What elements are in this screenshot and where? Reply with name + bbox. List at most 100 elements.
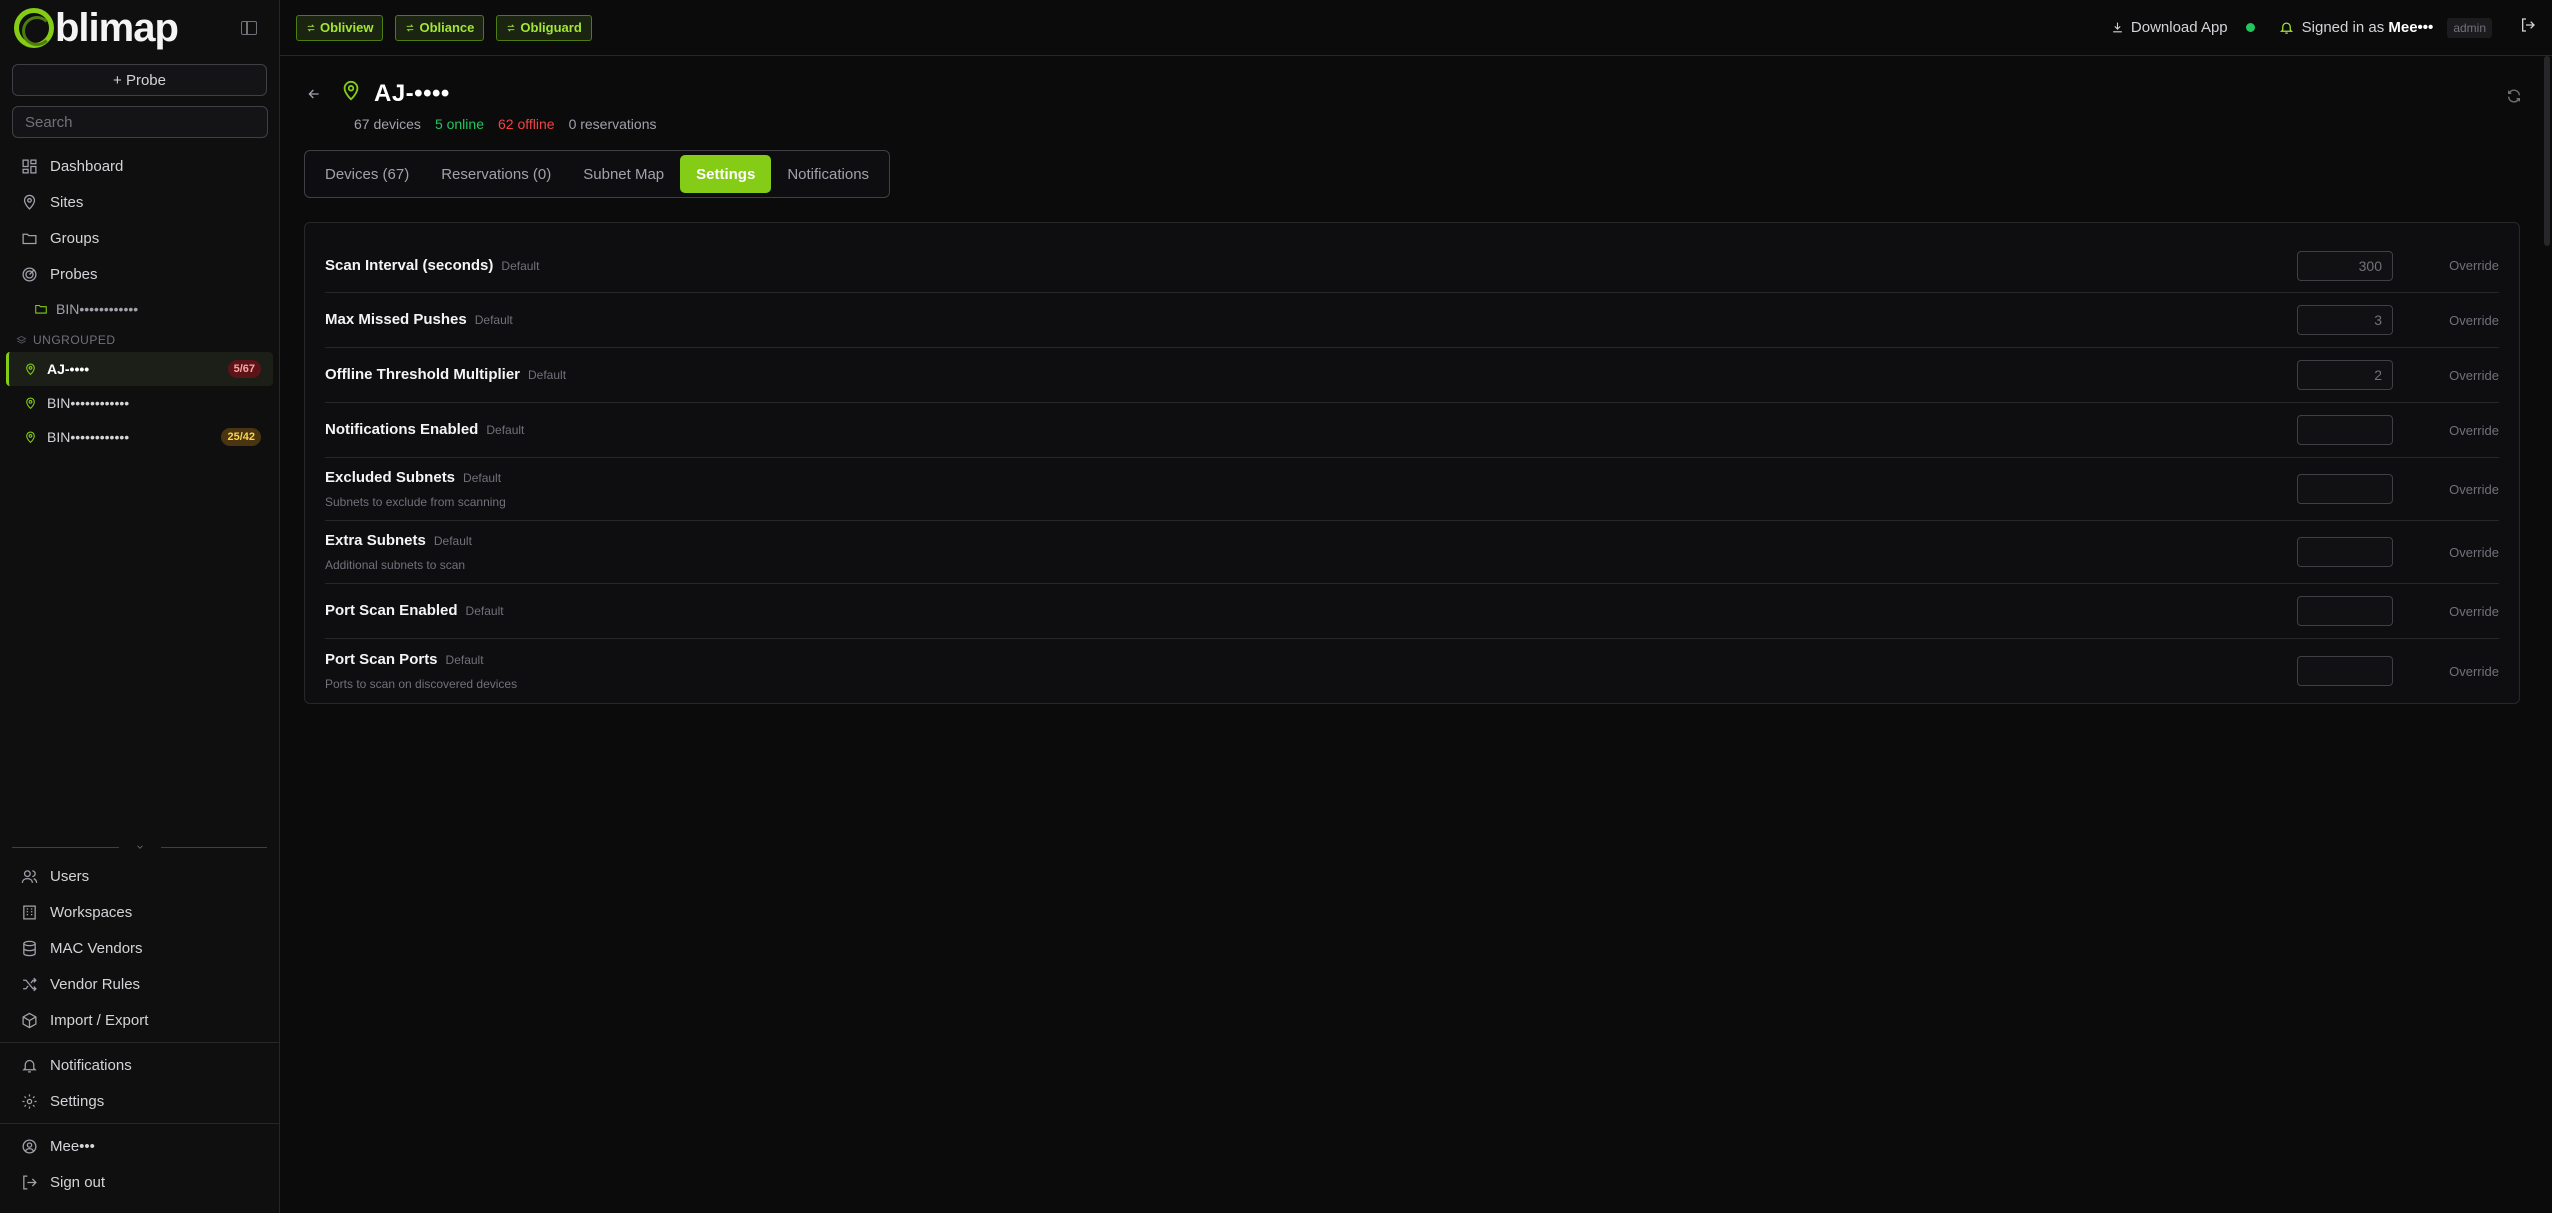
setting-row-offline-threshold: Offline Threshold Multiplier Default Over… (325, 348, 2499, 403)
setting-name: Extra Subnets (325, 532, 426, 549)
app-chip-obliance[interactable]: Obliance (395, 14, 485, 41)
site-tabs: Devices (67) Reservations (0) Subnet Map… (304, 150, 891, 198)
override-button[interactable]: Override (2393, 604, 2499, 619)
reservations-count: 0 reservations (568, 116, 657, 132)
folder-icon (20, 229, 38, 247)
port-scan-enabled-input[interactable] (2297, 596, 2393, 626)
setting-description: Additional subnets to scan (325, 558, 466, 572)
tab-devices[interactable]: Devices (67) (309, 155, 425, 193)
logo[interactable]: blimap (14, 5, 179, 51)
package-icon (20, 1011, 38, 1029)
app-chip-obliview[interactable]: Obliview (296, 14, 384, 41)
override-button[interactable]: Override (2393, 368, 2499, 383)
download-label: Download App (2130, 19, 2228, 36)
nav-item-profile[interactable]: Mee••• (0, 1128, 279, 1164)
probe-folder-item[interactable]: BIN•••••••••••• (0, 292, 279, 326)
topbar: Obliview Obliance Obliguard Download App… (280, 0, 2552, 56)
offline-threshold-input[interactable] (2297, 360, 2393, 390)
default-tag: Default (501, 258, 540, 273)
override-button[interactable]: Override (2393, 545, 2499, 560)
logo-text: blimap (55, 5, 179, 50)
nav-label: Sites (50, 193, 84, 211)
logout-icon[interactable] (2520, 17, 2536, 38)
back-arrow-icon[interactable] (304, 80, 322, 107)
nav-item-users[interactable]: Users (0, 858, 279, 894)
max-missed-pushes-input[interactable] (2297, 305, 2393, 335)
override-button[interactable]: Override (2393, 482, 2499, 497)
setting-row-extra-subnets: Extra Subnets Default Additional subnets t… (325, 521, 2499, 584)
database-icon (20, 939, 38, 957)
app-chip-obliguard[interactable]: Obliguard (496, 14, 592, 41)
override-button[interactable]: Override (2393, 313, 2499, 328)
sidebar-collapse-icon[interactable] (241, 21, 257, 35)
site-item-bin-2[interactable]: BIN•••••••••••• 25/42 (6, 420, 273, 454)
nav-item-dashboard[interactable]: Dashboard (0, 148, 279, 184)
devices-count: 67 devices (354, 116, 421, 132)
nav-item-vendor-rules[interactable]: Vendor Rules (0, 966, 279, 1002)
site-item-aj[interactable]: AJ-•••• 5/67 (6, 352, 273, 386)
site-stats: 67 devices 5 online 62 offline 0 reserva… (354, 116, 657, 132)
bell-icon[interactable] (2279, 20, 2294, 35)
search-input[interactable] (12, 106, 268, 138)
nav-item-import-export[interactable]: Import / Export (0, 1002, 279, 1038)
nav-label: Dashboard (50, 157, 124, 175)
probe-folder-label: BIN•••••••••••• (56, 301, 139, 317)
nav-item-workspaces[interactable]: Workspaces (0, 894, 279, 930)
excluded-subnets-input[interactable] (2297, 474, 2393, 504)
setting-description: Subnets to exclude from scanning (325, 495, 506, 509)
default-tag: Default (465, 604, 504, 618)
app-chip-label: Obliview (320, 20, 374, 35)
map-pin-icon (26, 397, 35, 409)
nav-label: MAC Vendors (50, 939, 143, 957)
default-tag: Default (433, 534, 472, 548)
setting-name: Port Scan Ports (325, 651, 438, 668)
notifications-enabled-input[interactable] (2297, 415, 2393, 445)
tab-settings[interactable]: Settings (680, 155, 772, 193)
setting-name: Scan Interval (seconds) (325, 256, 494, 274)
download-app-button[interactable]: Download App (2111, 19, 2228, 36)
app-chip-label: Obliance (419, 20, 475, 35)
settings-panel: Scan Interval (seconds)Default Override … (304, 222, 2520, 704)
logo-o-icon (14, 8, 54, 48)
chevron-down-icon[interactable] (133, 840, 147, 854)
tab-reservations[interactable]: Reservations (0) (425, 155, 567, 193)
site-name: AJ-•••• (47, 361, 90, 377)
map-pin-icon (322, 80, 362, 107)
radar-icon (20, 265, 38, 283)
main-nav: Dashboard Sites Groups Probes BIN•••••••… (0, 148, 279, 454)
shuffle-icon (20, 975, 38, 993)
sidebar-divider (12, 840, 267, 854)
default-tag: Default (528, 368, 567, 382)
map-pin-icon (26, 431, 35, 443)
extra-subnets-input[interactable] (2297, 537, 2393, 567)
nav-item-sites[interactable]: Sites (0, 184, 279, 220)
setting-row-excluded-subnets: Excluded Subnets Default Subnets to exclud… (325, 458, 2499, 521)
setting-name: Max Missed Pushes (325, 311, 467, 328)
nav-item-notifications[interactable]: Notifications (0, 1047, 279, 1083)
nav-item-settings[interactable]: Settings (0, 1083, 279, 1119)
nav-item-mac-vendors[interactable]: MAC Vendors (0, 930, 279, 966)
override-button[interactable]: Override (2393, 664, 2499, 679)
nav-item-probes[interactable]: Probes (0, 256, 279, 292)
setting-name: Offline Threshold Multiplier (325, 366, 520, 383)
nav-label: Probes (50, 265, 98, 283)
refresh-icon[interactable] (2506, 88, 2522, 109)
add-probe-button[interactable]: + Probe (12, 64, 267, 96)
default-tag: Default (445, 653, 484, 667)
tab-subnet-map[interactable]: Subnet Map (567, 155, 680, 193)
nav-item-groups[interactable]: Groups (0, 220, 279, 256)
app-root: blimap + Probe Dashboard Sites Groups Pr… (0, 0, 2552, 1213)
site-name: BIN•••••••••••• (47, 395, 130, 411)
app-chip-label: Obliguard (520, 20, 582, 35)
setting-row-max-missed-pushes: Max Missed Pushes Default Override (325, 293, 2499, 348)
page-scrollbar[interactable] (2542, 56, 2552, 256)
role-badge: admin (2447, 17, 2492, 38)
site-item-bin-1[interactable]: BIN•••••••••••• (6, 386, 273, 420)
nav-item-sign-out[interactable]: Sign out (0, 1164, 279, 1200)
port-scan-ports-input[interactable] (2297, 656, 2393, 686)
override-button[interactable]: Override (2393, 258, 2499, 273)
override-button[interactable]: Override (2393, 423, 2499, 438)
tab-notifications[interactable]: Notifications (771, 155, 885, 193)
scan-interval-input[interactable] (2297, 250, 2393, 281)
default-tag: Default (486, 423, 525, 437)
